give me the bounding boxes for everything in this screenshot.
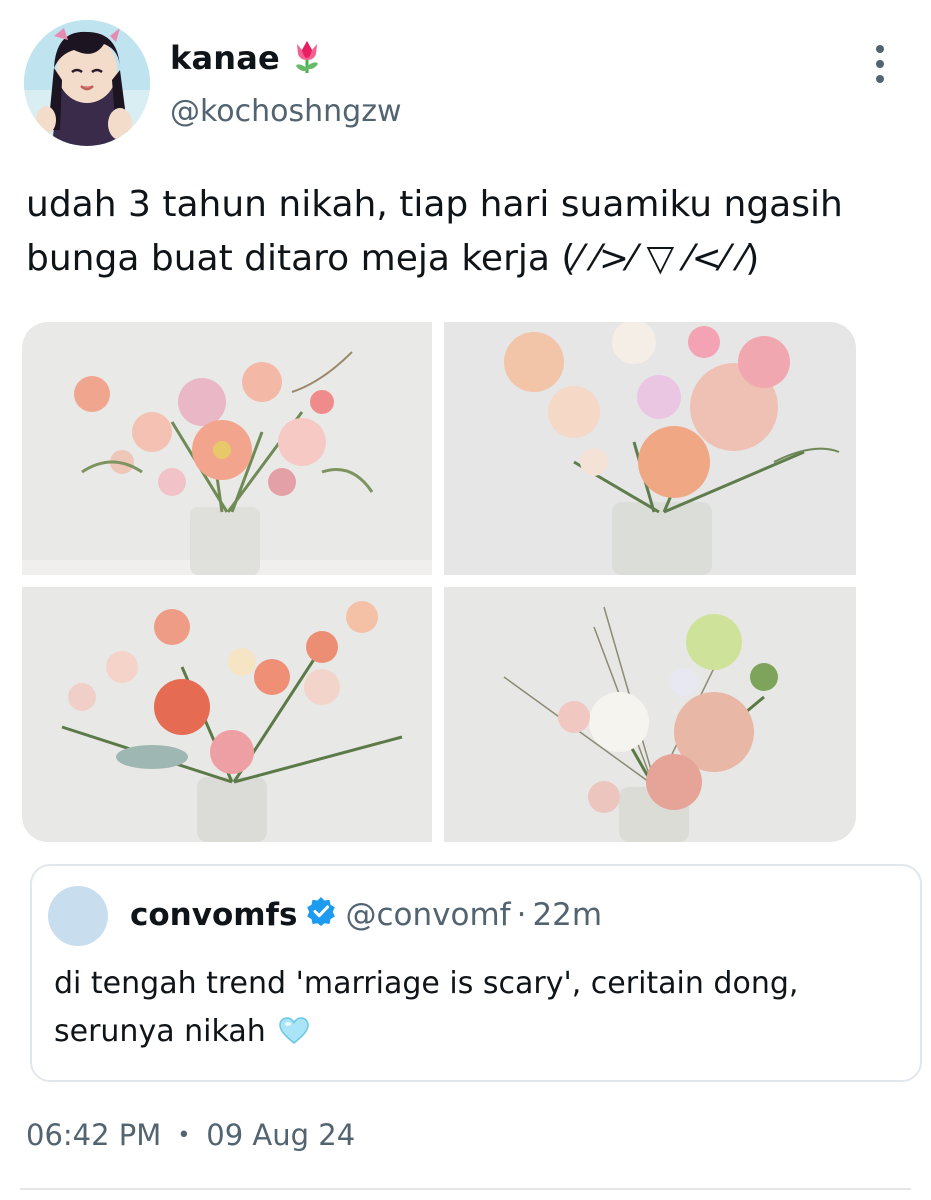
author-display-name[interactable]: kanae	[170, 39, 280, 77]
quoted-display-name[interactable]: convomfs	[130, 897, 298, 933]
photo-flower-bouquet-3[interactable]	[22, 587, 432, 842]
verified-badge-icon	[306, 896, 336, 934]
tweet-line-1: udah 3 tahun nikah, tiap hari suamiku ng…	[26, 184, 843, 225]
quoted-handle[interactable]: @convomf	[346, 897, 511, 933]
meta-separator: •	[177, 1122, 191, 1148]
quoted-line-2: serunya nikah	[54, 1014, 266, 1049]
quoted-line-1: di tengah trend 'marriage is scary', cer…	[54, 966, 799, 1001]
tweet-date[interactable]: 09 Aug 24	[206, 1118, 355, 1152]
photo-grid	[22, 322, 856, 842]
photo-flower-bouquet-4[interactable]	[444, 587, 856, 842]
quoted-tweet-header: convomfs @convomf · 22m	[130, 896, 602, 934]
more-options-icon[interactable]	[862, 44, 898, 84]
tweet-line-2: bunga buat ditaro meja kerja (⁄ ⁄>⁄ ▽ ⁄<…	[26, 238, 760, 279]
quoted-author-avatar[interactable]	[48, 886, 108, 946]
quoted-dot-separator: ·	[516, 897, 527, 933]
photo-flower-bouquet-1[interactable]	[22, 322, 432, 575]
light-blue-heart-icon	[279, 1012, 310, 1060]
tulip-icon	[290, 38, 324, 78]
tweet-meta: 06:42 PM • 09 Aug 24	[26, 1118, 355, 1152]
author-avatar[interactable]	[24, 20, 150, 146]
quoted-tweet-text: di tengah trend 'marriage is scary', cer…	[54, 960, 904, 1060]
tweet-text: udah 3 tahun nikah, tiap hari suamiku ng…	[26, 178, 906, 286]
divider	[20, 1188, 911, 1190]
tweet-time[interactable]: 06:42 PM	[26, 1118, 161, 1152]
quoted-timestamp[interactable]: 22m	[532, 897, 602, 933]
author-name-row: kanae	[170, 38, 324, 78]
quoted-line-2-wrap: serunya nikah	[54, 1008, 904, 1060]
photo-flower-bouquet-2[interactable]	[444, 322, 856, 575]
quoted-tweet[interactable]: convomfs @convomf · 22m di tengah trend …	[30, 864, 922, 1082]
author-handle[interactable]: @kochoshngzw	[170, 94, 402, 129]
